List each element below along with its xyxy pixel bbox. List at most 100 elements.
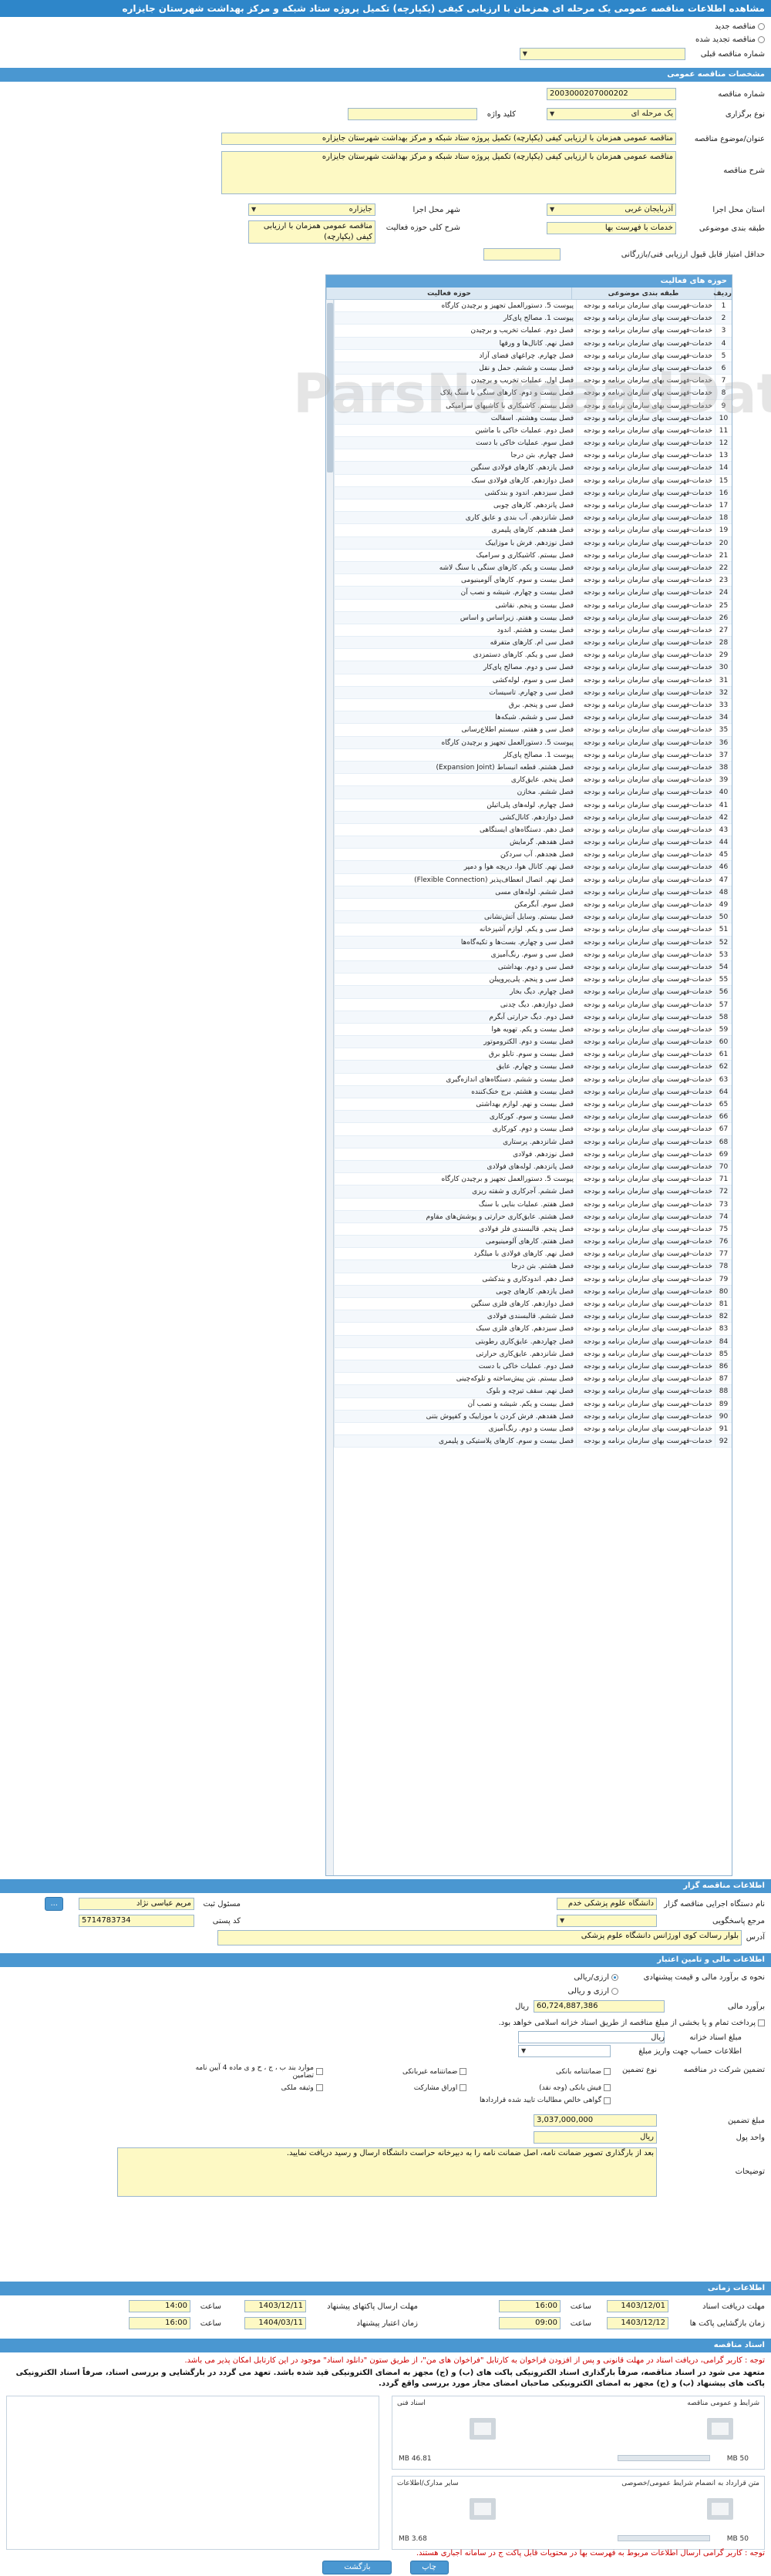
table-row[interactable]: 53 خدمات-فهرست بهای سازمان برنامه و بودجه…: [334, 948, 732, 961]
holding-type-select[interactable]: یک مرحله ای ▼: [547, 108, 676, 120]
guarantee-option-checkbox[interactable]: [604, 2084, 611, 2092]
new-tender-radio[interactable]: [758, 23, 765, 30]
table-row[interactable]: 42 خدمات-فهرست بهای سازمان برنامه و بودجه…: [334, 811, 732, 824]
table-row[interactable]: 1 خدمات-فهرست بهای سازمان برنامه و بودجه پ…: [334, 300, 732, 313]
province-select[interactable]: آذربایجان غربی ▼: [547, 203, 676, 216]
guarantee-option-checkbox[interactable]: [460, 2068, 467, 2076]
table-row[interactable]: 78 خدمات-فهرست بهای سازمان برنامه و بودجه…: [334, 1260, 732, 1273]
table-row[interactable]: 76 خدمات-فهرست بهای سازمان برنامه و بودجه…: [334, 1236, 732, 1249]
table-row[interactable]: 81 خدمات-فهرست بهای سازمان برنامه و بودجه…: [334, 1298, 732, 1311]
treasury-payment-checkbox[interactable]: [758, 2019, 765, 2026]
guarantee-option-checkbox[interactable]: [604, 2097, 611, 2104]
tender-number-field[interactable]: 2003000207000202: [547, 88, 676, 100]
table-row[interactable]: 54 خدمات-فهرست بهای سازمان برنامه و بودجه…: [334, 960, 732, 974]
table-row[interactable]: 56 خدمات-فهرست بهای سازمان برنامه و بودجه…: [334, 986, 732, 999]
table-row[interactable]: 27 خدمات-فهرست بهای سازمان برنامه و بودجه…: [334, 624, 732, 637]
estimate-amount-field[interactable]: 60,724,887,386: [534, 2000, 665, 2013]
table-row[interactable]: 65 خدمات-فهرست بهای سازمان برنامه و بودجه…: [334, 1098, 732, 1111]
table-row[interactable]: 69 خدمات-فهرست بهای سازمان برنامه و بودجه…: [334, 1148, 732, 1161]
guarantee-option-checkbox[interactable]: [460, 2084, 467, 2092]
doc-card-1[interactable]: شرایط و عمومی مناقصه اسناد فنی 50 MB 46.8…: [392, 2396, 765, 2470]
table-row[interactable]: 26 خدمات-فهرست بهای سازمان برنامه و بودجه…: [334, 611, 732, 624]
table-row[interactable]: 50 خدمات-فهرست بهای سازمان برنامه و بودجه…: [334, 911, 732, 924]
reply-ref-select[interactable]: ▼: [557, 1915, 657, 1927]
opening-date-field[interactable]: 1403/12/12: [607, 2317, 668, 2329]
table-row[interactable]: 14 خدمات-فهرست بهای سازمان برنامه و بودجه…: [334, 462, 732, 475]
classification-field[interactable]: خدمات با فهرست بها: [547, 222, 676, 234]
address-field[interactable]: بلوار رسالت کوی اورژانس دانشگاه علوم پزش…: [217, 1930, 742, 1945]
table-row[interactable]: 32 خدمات-فهرست بهای سازمان برنامه و بودجه…: [334, 686, 732, 699]
table-row[interactable]: 44 خدمات-فهرست بهای سازمان برنامه و بودجه…: [334, 836, 732, 849]
validity-date-field[interactable]: 1404/03/11: [244, 2317, 306, 2329]
min-score-field[interactable]: [483, 248, 561, 261]
table-row[interactable]: 4 خدمات-فهرست بهای سازمان برنامه و بودجه ف…: [334, 337, 732, 350]
guarantee-option-4[interactable]: فیش بانکی (وجه نقد): [466, 2083, 611, 2093]
table-row[interactable]: 24 خدمات-فهرست بهای سازمان برنامه و بودجه…: [334, 587, 732, 600]
submission-date-field[interactable]: 1403/12/11: [244, 2300, 306, 2312]
table-row[interactable]: 23 خدمات-فهرست بهای سازمان برنامه و بودجه…: [334, 574, 732, 587]
doc-receive-time-field[interactable]: 16:00: [499, 2300, 561, 2312]
table-row[interactable]: 83 خدمات-فهرست بهای سازمان برنامه و بودجه…: [334, 1323, 732, 1336]
table-row[interactable]: 85 خدمات-فهرست بهای سازمان برنامه و بودجه…: [334, 1347, 732, 1360]
guarantee-option-7[interactable]: گواهی خالص مطالبات تایید شده قراردادها: [466, 2096, 611, 2106]
table-row[interactable]: 48 خدمات-فهرست بهای سازمان برنامه و بودجه…: [334, 886, 732, 899]
table-row[interactable]: 79 خدمات-فهرست بهای سازمان برنامه و بودجه…: [334, 1273, 732, 1286]
table-row[interactable]: 75 خدمات-فهرست بهای سازمان برنامه و بودجه…: [334, 1222, 732, 1236]
table-row[interactable]: 33 خدمات-فهرست بهای سازمان برنامه و بودجه…: [334, 699, 732, 712]
table-row[interactable]: 35 خدمات-فهرست بهای سازمان برنامه و بودجه…: [334, 724, 732, 737]
subject-field[interactable]: مناقصه عمومی همزمان با ارزیابی کیفی (یکپ…: [221, 133, 676, 145]
table-row[interactable]: 28 خدمات-فهرست بهای سازمان برنامه و بودجه…: [334, 637, 732, 650]
doc-receive-date-field[interactable]: 1403/12/01: [607, 2300, 668, 2312]
doc-card-2[interactable]: متن قرارداد به انضمام شرایط عمومی/خصوصی س…: [392, 2476, 765, 2550]
table-row[interactable]: 19 خدمات-فهرست بهای سازمان برنامه و بودجه…: [334, 524, 732, 537]
table-row[interactable]: 30 خدمات-فهرست بهای سازمان برنامه و بودجه…: [334, 661, 732, 674]
table-row[interactable]: 91 خدمات-فهرست بهای سازمان برنامه و بودجه…: [334, 1422, 732, 1436]
table-row[interactable]: 2 خدمات-فهرست بهای سازمان برنامه و بودجه پ…: [334, 312, 732, 325]
responsible-field[interactable]: مریم عباسی نژاد: [79, 1898, 194, 1910]
table-row[interactable]: 73 خدمات-فهرست بهای سازمان برنامه و بودجه…: [334, 1198, 732, 1211]
guarantee-option-6[interactable]: وثیقه ملکی: [179, 2083, 323, 2093]
table-row[interactable]: 20 خدمات-فهرست بهای سازمان برنامه و بودجه…: [334, 536, 732, 550]
guarantee-notes-field[interactable]: بعد از بارگذاری تصویر ضمانت نامه، اصل ضم…: [117, 2147, 657, 2197]
table-row[interactable]: 55 خدمات-فهرست بهای سازمان برنامه و بودجه…: [334, 974, 732, 987]
guarantee-option-checkbox[interactable]: [604, 2068, 611, 2076]
table-row[interactable]: 70 خدمات-فهرست بهای سازمان برنامه و بودجه…: [334, 1160, 732, 1174]
table-row[interactable]: 15 خدمات-فهرست بهای سازمان برنامه و بودجه…: [334, 474, 732, 487]
table-row[interactable]: 77 خدمات-فهرست بهای سازمان برنامه و بودجه…: [334, 1248, 732, 1261]
table-row[interactable]: 18 خدمات-فهرست بهای سازمان برنامه و بودجه…: [334, 512, 732, 525]
table-row[interactable]: 31 خدمات-فهرست بهای سازمان برنامه و بودجه…: [334, 674, 732, 687]
table-row[interactable]: 90 خدمات-فهرست بهای سازمان برنامه و بودجه…: [334, 1410, 732, 1423]
guarantee-option-3[interactable]: موارد بند ب ، ج ، ح و ی ماده 4 آیین نامه…: [179, 2063, 323, 2080]
table-row[interactable]: 61 خدمات-فهرست بهای سازمان برنامه و بودجه…: [334, 1048, 732, 1061]
bank-info-select[interactable]: ▼: [518, 2045, 611, 2057]
table-row[interactable]: 51 خدمات-فهرست بهای سازمان برنامه و بودجه…: [334, 923, 732, 937]
table-row[interactable]: 80 خدمات-فهرست بهای سازمان برنامه و بودجه…: [334, 1285, 732, 1298]
back-button[interactable]: بازگشت: [322, 2561, 392, 2574]
table-row[interactable]: 38 خدمات-فهرست بهای سازمان برنامه و بودجه…: [334, 761, 732, 775]
table-row[interactable]: 45 خدمات-فهرست بهای سازمان برنامه و بودجه…: [334, 849, 732, 862]
table-row[interactable]: 25 خدمات-فهرست بهای سازمان برنامه و بودجه…: [334, 599, 732, 612]
treasury-amount-field[interactable]: [518, 2031, 665, 2043]
activity-scope-field[interactable]: مناقصه عمومی همزمان با ارزیابی کیفی (یکپ…: [248, 220, 375, 244]
table-row[interactable]: 74 خدمات-فهرست بهای سازمان برنامه و بودجه…: [334, 1210, 732, 1223]
table-row[interactable]: 22 خدمات-فهرست بهای سازمان برنامه و بودجه…: [334, 561, 732, 575]
table-row[interactable]: 59 خدمات-فهرست بهای سازمان برنامه و بودجه…: [334, 1023, 732, 1037]
keyword-field[interactable]: [348, 108, 477, 120]
guarantee-option-2[interactable]: ضمانتنامه غیربانکی: [323, 2063, 467, 2080]
table-row[interactable]: 68 خدمات-فهرست بهای سازمان برنامه و بودجه…: [334, 1135, 732, 1148]
table-row[interactable]: 41 خدمات-فهرست بهای سازمان برنامه و بودجه…: [334, 799, 732, 812]
table-row[interactable]: 47 خدمات-فهرست بهای سازمان برنامه و بودجه…: [334, 873, 732, 886]
table-row[interactable]: 84 خدمات-فهرست بهای سازمان برنامه و بودجه…: [334, 1335, 732, 1348]
estimate-option1-radio[interactable]: [611, 1973, 618, 1981]
guarantee-option-5[interactable]: اوراق مشارکت: [323, 2083, 467, 2093]
table-row[interactable]: 89 خدمات-فهرست بهای سازمان برنامه و بودجه…: [334, 1397, 732, 1411]
renewed-tender-radio[interactable]: [758, 36, 765, 43]
guarantee-amount-field[interactable]: 3,037,000,000: [534, 2114, 657, 2127]
estimate-option2-radio[interactable]: [611, 1987, 618, 1995]
table-row[interactable]: 43 خدمات-فهرست بهای سازمان برنامه و بودجه…: [334, 823, 732, 837]
table-row[interactable]: 36 خدمات-فهرست بهای سازمان برنامه و بودجه…: [334, 736, 732, 749]
submission-time-field[interactable]: 14:00: [129, 2300, 190, 2312]
table-row[interactable]: 66 خدمات-فهرست بهای سازمان برنامه و بودجه…: [334, 1111, 732, 1124]
table-row[interactable]: 29 خدمات-فهرست بهای سازمان برنامه و بودجه…: [334, 649, 732, 662]
prev-tender-number-select[interactable]: ▼: [519, 48, 685, 60]
